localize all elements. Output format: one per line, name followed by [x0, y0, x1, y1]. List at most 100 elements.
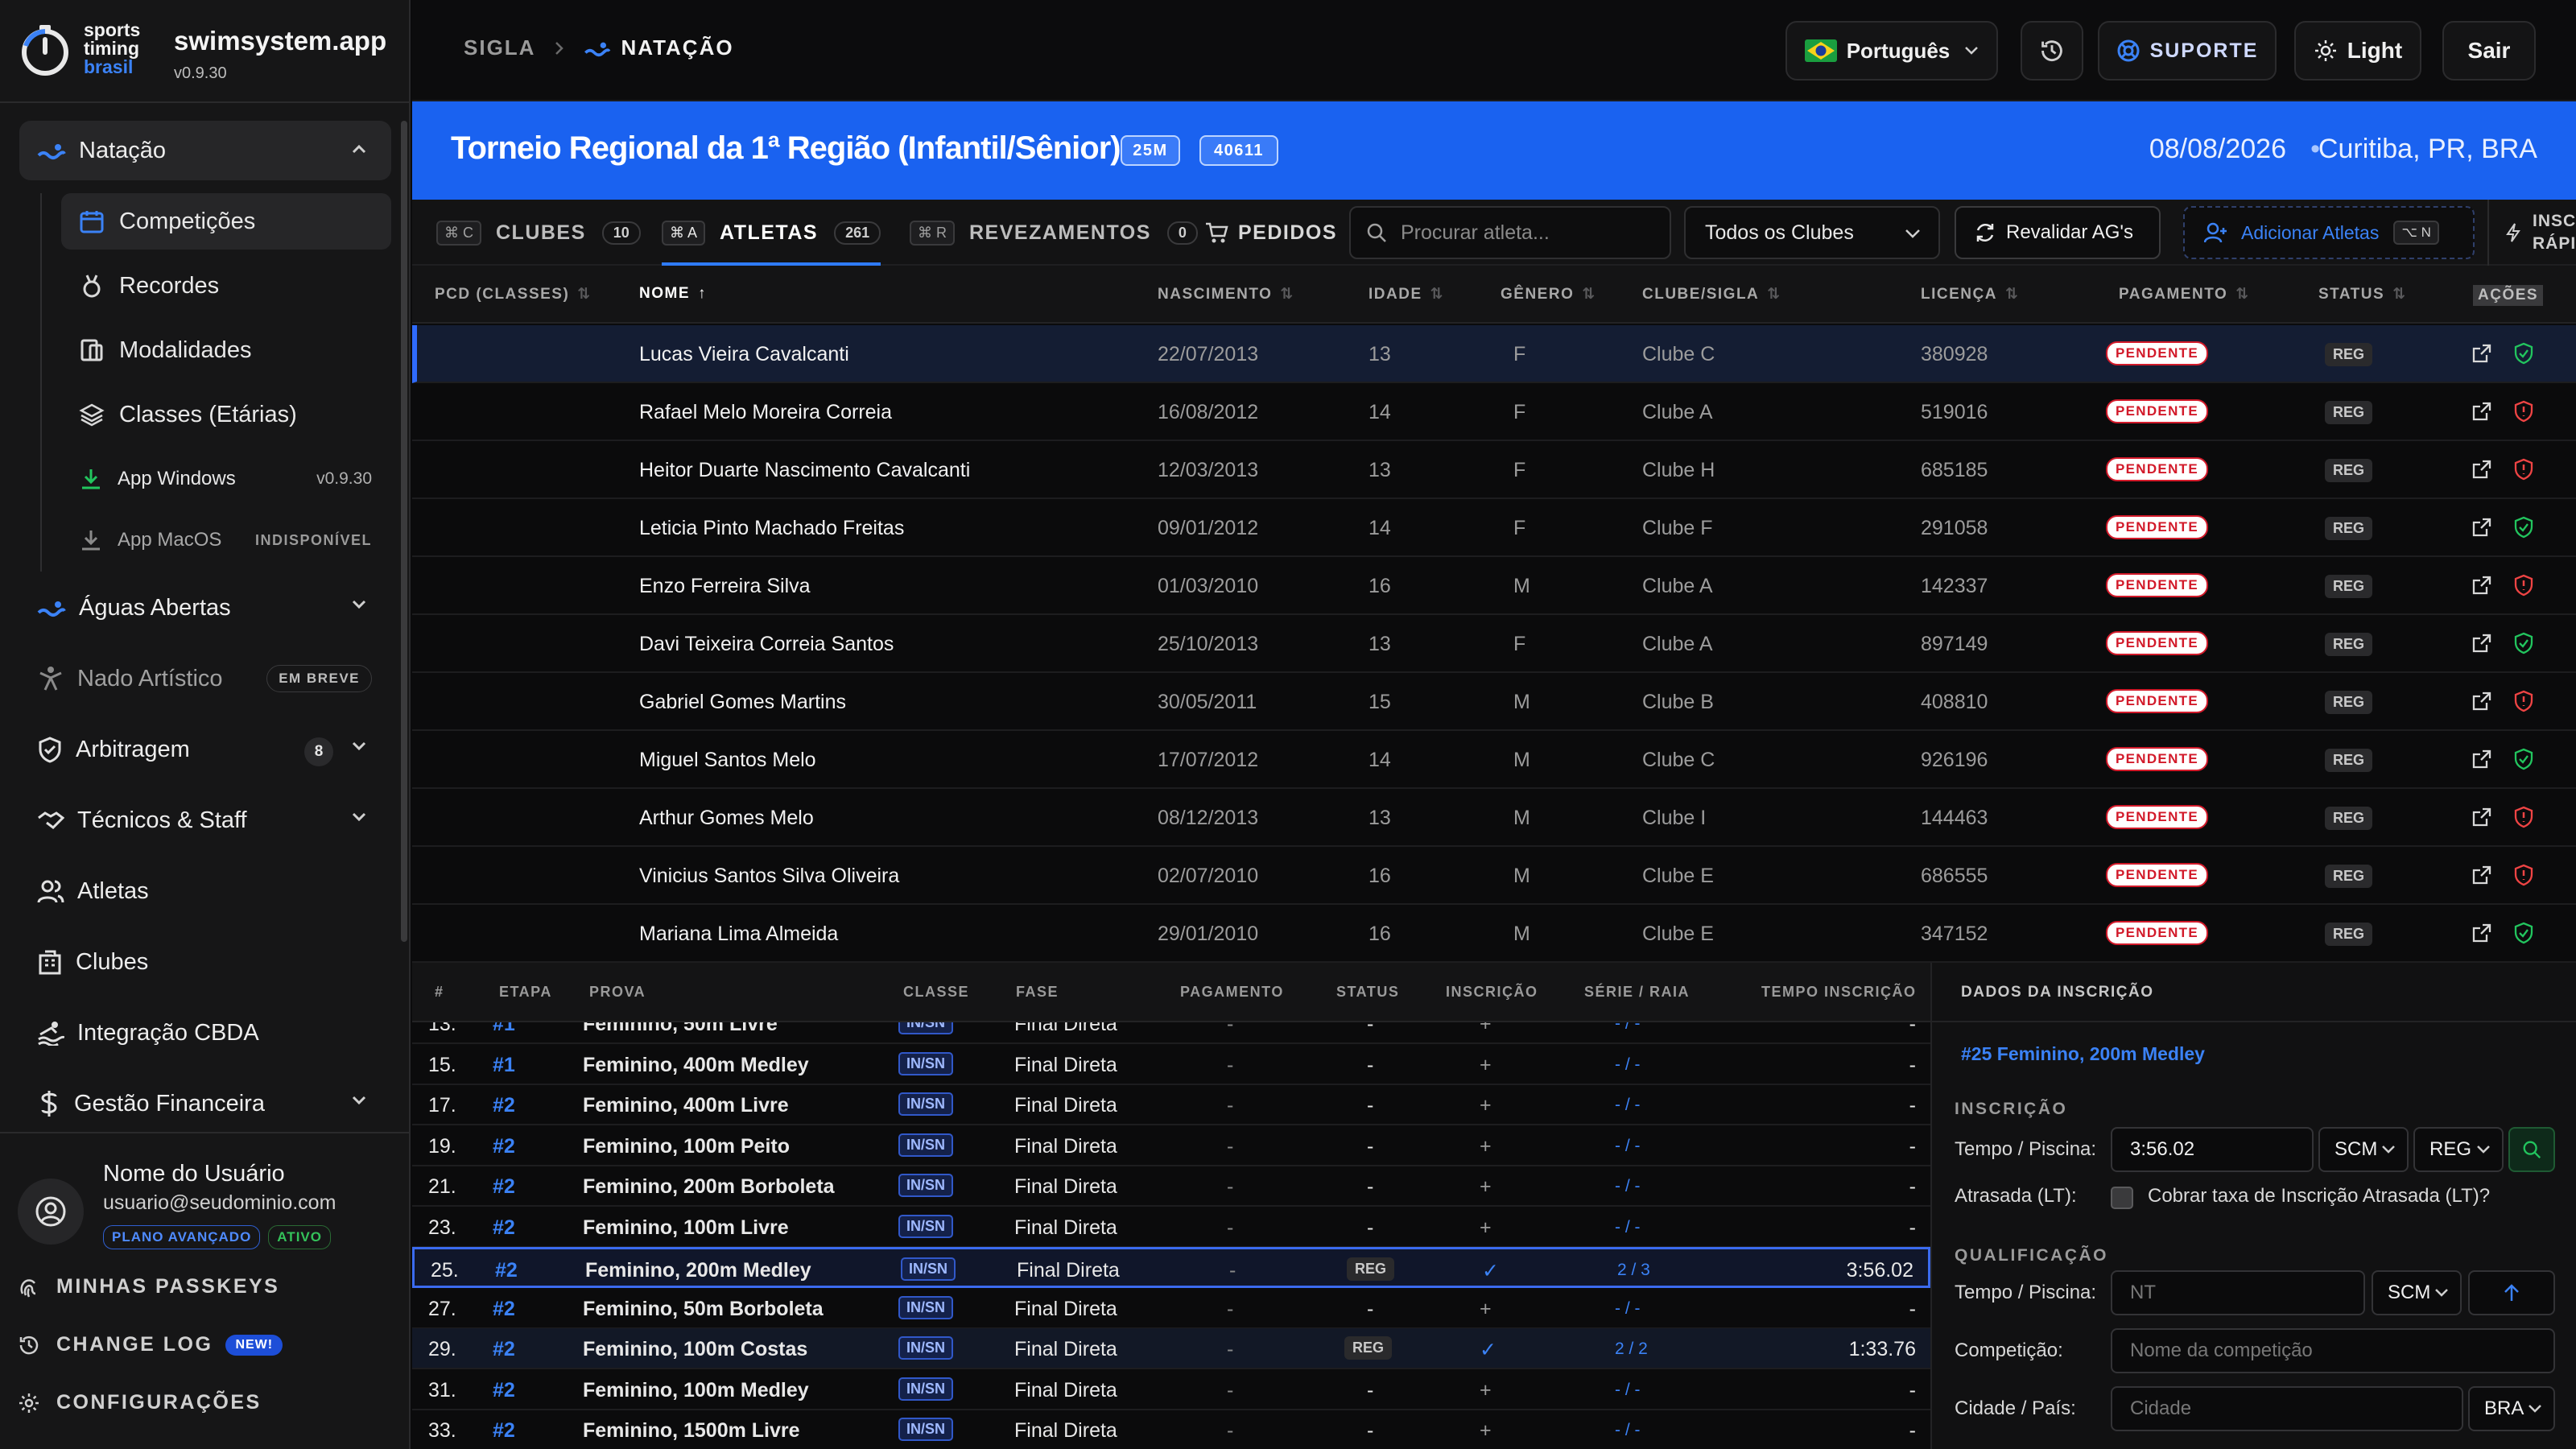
theme-toggle[interactable]: Light [2294, 21, 2421, 80]
sub-item-app-windows[interactable]: App Windows v0.9.30 [61, 451, 391, 507]
col-status[interactable]: STATUS ⇅ [2318, 285, 2407, 303]
external-link-icon[interactable] [2471, 865, 2492, 886]
sub-item-modalidades[interactable]: Modalidades [61, 322, 391, 378]
qualification-sort-button[interactable] [2468, 1270, 2555, 1315]
col-nome[interactable]: NOME ↑ [639, 285, 707, 303]
event-row[interactable]: 17. #2 Feminino, 400m Livre IN/SN Final Dire… [412, 1084, 1930, 1125]
cell-inscricao[interactable]: + [1480, 1135, 1492, 1158]
nav-arbitragem[interactable]: Arbitragem 8 [19, 721, 391, 778]
shield-check-icon[interactable] [2513, 748, 2534, 770]
sub-item-competicoes[interactable]: Competições [61, 193, 391, 250]
tab-revezamentos[interactable]: ⌘ R REVEZAMENTOS 0 [910, 200, 1198, 266]
shield-alert-icon[interactable] [2513, 864, 2534, 886]
add-athletes-button[interactable]: Adicionar Atletas ⌥ N [2183, 206, 2475, 259]
external-link-icon[interactable] [2471, 459, 2492, 480]
col-licenca[interactable]: LICENÇA ⇅ [1921, 285, 2019, 303]
external-link-icon[interactable] [2471, 749, 2492, 770]
event-row[interactable]: 25. #2 Feminino, 200m Medley IN/SN Final Dir… [412, 1247, 1930, 1288]
athlete-row[interactable]: Davi Teixeira Correia Santos 25/10/2013 13… [412, 615, 2576, 673]
passkeys-link[interactable]: MINHAS PASSKEYS [18, 1275, 279, 1298]
event-row[interactable]: 19. #2 Feminino, 100m Peito IN/SN Final Dire… [412, 1125, 1930, 1166]
quick-registration-button[interactable]: INSCR RÁPI [2487, 200, 2576, 266]
event-row[interactable]: 23. #2 Feminino, 100m Livre IN/SN Final Dire… [412, 1207, 1930, 1248]
shield-check-icon[interactable] [2513, 516, 2534, 539]
shield-check-icon[interactable] [2513, 922, 2534, 944]
col-genero[interactable]: GÊNERO ⇅ [1501, 285, 1596, 303]
athlete-row[interactable]: Mariana Lima Almeida 29/01/2010 16 M Clube E… [412, 905, 2576, 963]
nav-atletas[interactable]: Atletas [19, 863, 391, 919]
changelog-link[interactable]: CHANGE LOG NEW! [18, 1333, 283, 1356]
cell-inscricao[interactable]: + [1480, 1216, 1492, 1240]
cell-inscricao[interactable]: ✓ [1480, 1338, 1496, 1362]
nav-natacao[interactable]: Natação [19, 121, 391, 180]
shield-check-icon[interactable] [2513, 632, 2534, 654]
event-row[interactable]: 33. #2 Feminino, 1500m Livre IN/SN Final Dir… [412, 1410, 1930, 1449]
cell-inscricao[interactable]: + [1480, 1054, 1492, 1077]
shield-alert-icon[interactable] [2513, 400, 2534, 423]
external-link-icon[interactable] [2471, 923, 2492, 943]
event-row[interactable]: 21. #2 Feminino, 200m Borboleta IN/SN Final … [412, 1166, 1930, 1207]
sub-item-recordes[interactable]: Recordes [61, 258, 391, 314]
external-link-icon[interactable] [2471, 517, 2492, 538]
entry-time-input[interactable]: 3:56.02 [2111, 1127, 2314, 1172]
athlete-row[interactable]: Rafael Melo Moreira Correia 16/08/2012 14 F… [412, 383, 2576, 441]
nav-gestao[interactable]: Gestão Financeira [19, 1075, 391, 1132]
pool-select[interactable]: SCM [2318, 1127, 2409, 1172]
late-fee-checkbox[interactable] [2111, 1187, 2133, 1209]
competition-input[interactable]: Nome da competição [2111, 1328, 2555, 1373]
cell-inscricao[interactable]: + [1480, 1298, 1492, 1321]
cell-inscricao[interactable]: + [1480, 1379, 1492, 1402]
tab-atletas[interactable]: ⌘ A ATLETAS 261 [662, 200, 881, 266]
nav-tecnicos[interactable]: Técnicos & Staff [19, 792, 391, 848]
search-time-button[interactable] [2508, 1127, 2555, 1172]
support-button[interactable]: SUPORTE [2098, 21, 2277, 80]
event-row[interactable]: 13. #1 Feminino, 50m Livre IN/SN Final Diret… [412, 1022, 1930, 1044]
nav-aguas-abertas[interactable]: Águas Abertas [19, 580, 391, 636]
shield-alert-icon[interactable] [2513, 458, 2534, 481]
nav-clubes[interactable]: Clubes [19, 934, 391, 990]
athlete-row[interactable]: Miguel Santos Melo 17/07/2012 14 M Clube C 92… [412, 731, 2576, 789]
qualification-pool-select[interactable]: SCM [2372, 1270, 2462, 1315]
athlete-row[interactable]: Enzo Ferreira Silva 01/03/2010 16 M Clube A 1… [412, 557, 2576, 615]
breadcrumb-sigla[interactable]: SIGLA [464, 35, 535, 60]
athlete-row[interactable]: Arthur Gomes Melo 08/12/2013 13 M Clube I 144… [412, 789, 2576, 847]
sidebar-scrollbar[interactable] [401, 121, 407, 942]
athlete-row[interactable]: Leticia Pinto Machado Freitas 09/01/2012 1… [412, 499, 2576, 557]
shield-check-icon[interactable] [2513, 342, 2534, 365]
tab-pedidos[interactable]: PEDIDOS [1204, 200, 1337, 266]
history-button[interactable] [2021, 21, 2083, 80]
external-link-icon[interactable] [2471, 633, 2492, 654]
revalidar-button[interactable]: Revalidar AG's [1955, 206, 2161, 259]
cell-inscricao[interactable]: ✓ [1482, 1259, 1499, 1283]
cell-inscricao[interactable]: + [1480, 1175, 1492, 1199]
cell-inscricao[interactable]: + [1480, 1419, 1492, 1443]
status-select[interactable]: REG [2413, 1127, 2504, 1172]
col-nascimento[interactable]: NASCIMENTO ⇅ [1158, 285, 1294, 303]
athlete-row[interactable]: Heitor Duarte Nascimento Cavalcanti 12/03… [412, 441, 2576, 499]
settings-link[interactable]: CONFIGURAÇÕES [18, 1391, 262, 1414]
event-row[interactable]: 15. #1 Feminino, 400m Medley IN/SN Final Dir… [412, 1044, 1930, 1085]
cell-inscricao[interactable]: + [1480, 1022, 1492, 1036]
col-pagamento[interactable]: PAGAMENTO ⇅ [2119, 285, 2250, 303]
shield-alert-icon[interactable] [2513, 806, 2534, 828]
language-select[interactable]: Português [1785, 21, 1998, 80]
event-row[interactable]: 27. #2 Feminino, 50m Borboleta IN/SN Final D… [412, 1288, 1930, 1329]
sub-item-classes[interactable]: Classes (Etárias) [61, 386, 391, 443]
event-row[interactable]: 29. #2 Feminino, 100m Costas IN/SN Final Dir… [412, 1328, 1930, 1369]
club-filter-select[interactable]: Todos os Clubes [1684, 206, 1940, 259]
athlete-row[interactable]: Vinicius Santos Silva Oliveira 02/07/2010… [412, 847, 2576, 905]
nav-cbda[interactable]: Integração CBDA [19, 1005, 391, 1061]
city-input[interactable]: Cidade [2111, 1386, 2463, 1431]
event-row[interactable]: 31. #2 Feminino, 100m Medley IN/SN Final Dir… [412, 1369, 1930, 1410]
logout-button[interactable]: Sair [2442, 21, 2536, 80]
external-link-icon[interactable] [2471, 575, 2492, 596]
external-link-icon[interactable] [2471, 401, 2492, 422]
search-input[interactable]: Procurar atleta... [1349, 206, 1671, 259]
col-clube[interactable]: CLUBE/SIGLA ⇅ [1642, 285, 1781, 303]
cell-inscricao[interactable]: + [1480, 1094, 1492, 1117]
col-idade[interactable]: IDADE ⇅ [1368, 285, 1444, 303]
athlete-row[interactable]: Gabriel Gomes Martins 30/05/2011 15 M Clube … [412, 673, 2576, 731]
shield-alert-icon[interactable] [2513, 690, 2534, 712]
country-select[interactable]: BRA [2468, 1386, 2555, 1431]
qualification-time-input[interactable]: NT [2111, 1270, 2365, 1315]
